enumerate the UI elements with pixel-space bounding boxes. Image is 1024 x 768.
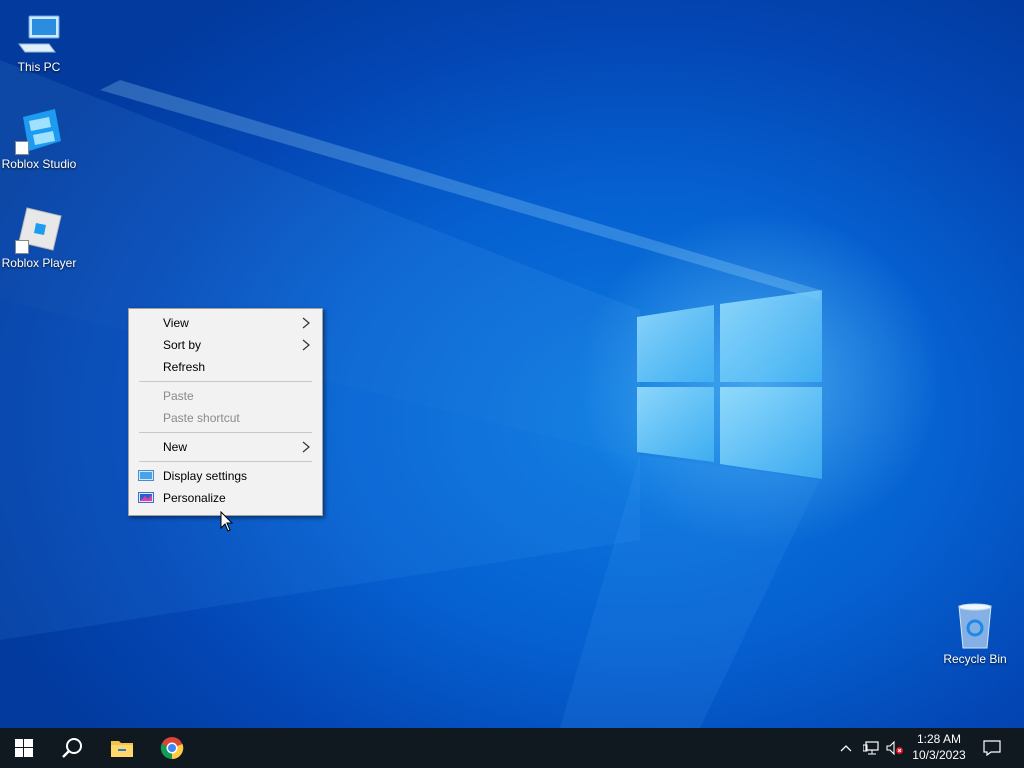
desktop-icon-recycle-bin[interactable]: Recycle Bin <box>935 602 1015 666</box>
chrome-button[interactable] <box>148 728 196 768</box>
desktop-icon-label: Roblox Studio <box>1 157 77 171</box>
taskbar: 1:28 AM 10/3/2023 <box>0 728 1024 768</box>
menu-item-label: Paste shortcut <box>163 411 240 425</box>
taskbar-clock[interactable]: 1:28 AM 10/3/2023 <box>906 731 972 763</box>
clock-time: 1:28 AM <box>916 732 962 746</box>
menu-separator <box>139 432 312 433</box>
menu-item-sort-by[interactable]: Sort by <box>129 334 322 356</box>
menu-separator <box>139 461 312 462</box>
menu-item-label: Personalize <box>163 491 226 505</box>
menu-item-refresh[interactable]: Refresh <box>129 356 322 378</box>
menu-item-personalize[interactable]: Personalize <box>129 487 322 509</box>
action-center-button[interactable] <box>978 728 1006 768</box>
desktop-icon-label: Recycle Bin <box>943 652 1007 666</box>
display-settings-icon <box>138 470 154 481</box>
menu-item-view[interactable]: View <box>129 312 322 334</box>
clock-date: 10/3/2023 <box>912 748 966 762</box>
menu-item-new[interactable]: New <box>129 436 322 458</box>
notification-icon <box>983 740 1001 756</box>
menu-item-label: Display settings <box>163 469 248 483</box>
shortcut-arrow-icon <box>15 141 29 155</box>
mouse-cursor-icon <box>220 511 234 532</box>
menu-item-label: New <box>163 440 188 454</box>
search-icon <box>62 738 82 758</box>
menu-item-label: View <box>163 316 189 330</box>
menu-item-label: Sort by <box>163 338 202 352</box>
menu-separator <box>139 381 312 382</box>
chevron-right-icon <box>302 317 310 329</box>
network-icon <box>863 741 879 755</box>
show-hidden-icons-button[interactable] <box>836 728 856 768</box>
personalize-icon <box>138 492 154 503</box>
menu-item-paste: Paste <box>129 385 322 407</box>
roblox-player-icon <box>15 206 63 254</box>
desktop-context-menu: View Sort by Refresh Paste Paste shortcu… <box>128 308 323 516</box>
chevron-right-icon <box>302 441 310 453</box>
file-explorer-button[interactable] <box>98 728 146 768</box>
menu-item-display-settings[interactable]: Display settings <box>129 465 322 487</box>
shortcut-arrow-icon <box>15 240 29 254</box>
start-icon <box>15 739 33 757</box>
desktop-icon-roblox-player[interactable]: Roblox Player <box>0 206 79 270</box>
search-button[interactable] <box>48 728 96 768</box>
volume-tray-button[interactable] <box>884 728 906 768</box>
menu-item-label: Refresh <box>163 360 206 374</box>
recycle-bin-icon <box>951 602 999 650</box>
desktop-icon-this-pc[interactable]: This PC <box>0 10 79 74</box>
file-explorer-icon <box>111 741 133 757</box>
this-pc-icon <box>15 10 63 58</box>
chevron-up-icon <box>840 745 852 752</box>
chevron-right-icon <box>302 339 310 351</box>
desktop-icon-roblox-studio[interactable]: Roblox Studio <box>0 107 79 171</box>
menu-item-label: Paste <box>163 389 194 403</box>
start-button[interactable] <box>0 728 48 768</box>
windows-logo-wallpaper <box>637 290 822 479</box>
desktop[interactable]: This PC Roblox Studio Roblox Player Recy… <box>0 0 1024 728</box>
volume-muted-icon <box>886 741 903 755</box>
desktop-icon-label: Roblox Player <box>1 256 77 270</box>
desktop-icon-label: This PC <box>17 60 61 74</box>
menu-item-paste-shortcut: Paste shortcut <box>129 407 322 429</box>
network-tray-button[interactable] <box>860 728 882 768</box>
roblox-studio-icon <box>15 107 63 155</box>
chrome-icon <box>160 737 184 760</box>
